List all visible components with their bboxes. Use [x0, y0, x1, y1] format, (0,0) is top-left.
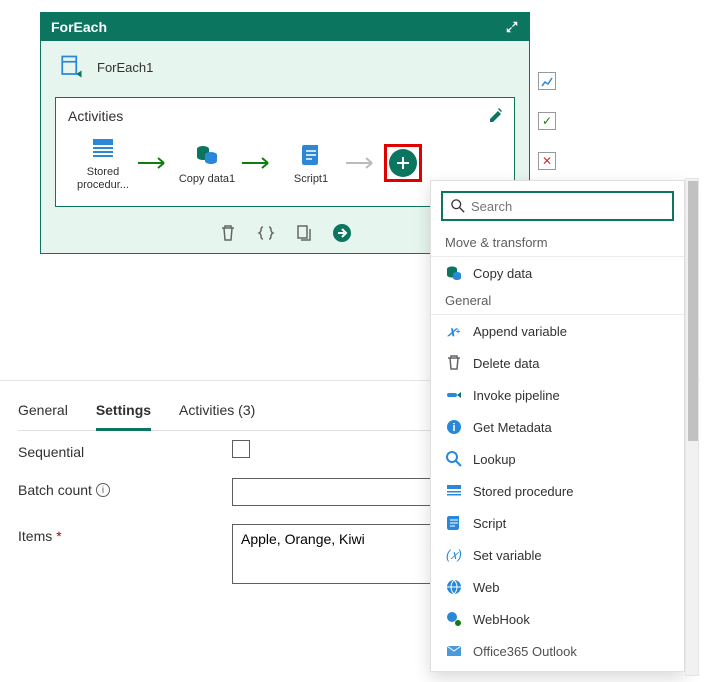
item-set-variable[interactable]: (𝑥) Set variable: [431, 539, 684, 571]
activity-script[interactable]: Script1: [280, 141, 342, 186]
side-status-icons: ✓ ✕: [538, 72, 556, 170]
webhook-icon: [445, 610, 463, 628]
set-variable-icon: (𝑥): [445, 546, 463, 564]
stored-procedure-icon: [445, 482, 463, 500]
arrow-icon: [138, 157, 172, 169]
batch-label-text: Batch count: [18, 482, 92, 498]
web-icon: [445, 578, 463, 596]
expand-icon[interactable]: [505, 20, 519, 34]
append-variable-icon: 𝑥+: [445, 322, 463, 340]
card-header: ForEach: [41, 13, 529, 41]
info-icon[interactable]: i: [96, 483, 110, 497]
lookup-icon: [445, 450, 463, 468]
item-label: Get Metadata: [473, 420, 552, 435]
status-chart-icon[interactable]: [538, 72, 556, 90]
required-marker: *: [56, 528, 61, 544]
tab-settings[interactable]: Settings: [96, 396, 151, 431]
scrollbar-thumb[interactable]: [688, 181, 698, 441]
activity-copy-data[interactable]: Copy data1: [176, 141, 238, 186]
item-lookup[interactable]: Lookup: [431, 443, 684, 475]
script-icon: [297, 141, 325, 169]
copy-data-icon: [445, 264, 463, 282]
activity-label: Copy data1: [179, 173, 235, 186]
item-label: Stored procedure: [473, 484, 573, 499]
items-label-text: Items: [18, 528, 52, 544]
search-box[interactable]: [441, 191, 674, 221]
status-close-icon[interactable]: ✕: [538, 152, 556, 170]
tab-activities[interactable]: Activities (3): [179, 396, 255, 430]
delete-icon[interactable]: [218, 223, 238, 243]
item-label: WebHook: [473, 612, 530, 627]
items-label: Items *: [18, 524, 232, 544]
search-icon: [451, 199, 465, 213]
invoke-pipeline-icon: [445, 386, 463, 404]
sequential-checkbox[interactable]: [232, 440, 250, 458]
item-label: Lookup: [473, 452, 516, 467]
item-web[interactable]: Web: [431, 571, 684, 603]
run-icon[interactable]: [332, 223, 352, 243]
section-move-transform: Move & transform: [431, 231, 684, 257]
item-invoke-pipeline[interactable]: Invoke pipeline: [431, 379, 684, 411]
outlook-icon: [445, 642, 463, 660]
braces-icon[interactable]: [256, 223, 276, 243]
delete-data-icon: [445, 354, 463, 372]
item-label: Web: [473, 580, 500, 595]
arrow-icon: [242, 157, 276, 169]
item-label: Set variable: [473, 548, 542, 563]
edit-icon[interactable]: [488, 108, 504, 124]
activity-stored-procedure[interactable]: Stored procedur...: [72, 134, 134, 192]
item-label: Office365 Outlook: [473, 644, 577, 659]
item-label: Append variable: [473, 324, 567, 339]
get-metadata-icon: i: [445, 418, 463, 436]
status-check-icon[interactable]: ✓: [538, 112, 556, 130]
section-general: General: [431, 289, 684, 315]
arrow-icon: [346, 157, 380, 169]
item-label: Script: [473, 516, 506, 531]
scrollbar[interactable]: [685, 178, 699, 676]
item-office365-outlook[interactable]: Office365 Outlook: [431, 635, 684, 667]
item-webhook[interactable]: WebHook: [431, 603, 684, 635]
item-label: Delete data: [473, 356, 540, 371]
item-stored-procedure[interactable]: Stored procedure: [431, 475, 684, 507]
item-append-variable[interactable]: 𝑥+ Append variable: [431, 315, 684, 347]
script-icon: [445, 514, 463, 532]
tab-general[interactable]: General: [18, 396, 68, 430]
copy-data-icon: [193, 141, 221, 169]
sequential-label: Sequential: [18, 440, 232, 460]
copy-icon[interactable]: [294, 223, 314, 243]
activity-label: Script1: [294, 173, 328, 186]
activities-title: Activities: [68, 108, 502, 124]
foreach-icon: [55, 51, 87, 83]
add-activity-highlight: [384, 144, 422, 182]
card-title: ForEach: [51, 19, 107, 35]
foreach-name-row: ForEach1: [41, 41, 529, 89]
svg-text:i: i: [452, 422, 455, 434]
foreach-name: ForEach1: [97, 60, 153, 75]
stored-procedure-icon: [89, 134, 117, 162]
item-label: Invoke pipeline: [473, 388, 560, 403]
activity-label: Stored procedur...: [72, 166, 134, 192]
search-input[interactable]: [471, 199, 664, 214]
item-copy-data[interactable]: Copy data: [431, 257, 684, 289]
activity-picker-dropdown: Move & transform Copy data General 𝑥+ Ap…: [430, 180, 685, 672]
batch-label: Batch count i: [18, 478, 232, 498]
item-label: Copy data: [473, 266, 532, 281]
add-activity-button[interactable]: [389, 149, 417, 177]
item-delete-data[interactable]: Delete data: [431, 347, 684, 379]
item-script[interactable]: Script: [431, 507, 684, 539]
item-get-metadata[interactable]: i Get Metadata: [431, 411, 684, 443]
